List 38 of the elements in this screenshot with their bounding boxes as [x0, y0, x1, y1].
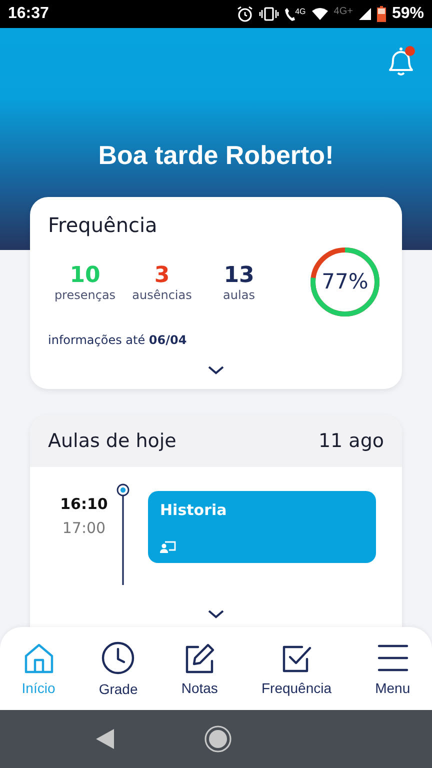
home-icon	[22, 642, 55, 674]
network-label: 4G+	[334, 6, 353, 16]
status-time: 16:37	[8, 5, 49, 23]
vibrate-icon	[259, 7, 280, 21]
network-label: 4G	[295, 6, 306, 16]
attendance-percent: 77%	[322, 272, 368, 293]
nav-tab[interactable]: Menu	[373, 640, 412, 698]
stat-value: 10	[70, 262, 100, 288]
nav-tab[interactable]: Frequência	[259, 640, 334, 698]
greeting: Boa tarde Roberto!	[98, 140, 334, 172]
alarm-icon	[237, 6, 254, 22]
end-time: 17:00	[62, 519, 106, 538]
chevron-down-icon[interactable]	[207, 608, 225, 619]
stat-value: 13	[224, 262, 254, 288]
stat-value: 3	[154, 262, 170, 288]
pencil-icon	[184, 642, 216, 674]
stat-label: aulas	[223, 288, 255, 302]
nav-tab[interactable]: Notas	[179, 640, 220, 698]
attendance-card[interactable]: Frequência 10 presenças 3 ausências 13 aulas 77% informações até 06/04	[30, 197, 402, 390]
card-title: Frequência	[48, 213, 158, 238]
battery-percent: 59%	[392, 5, 424, 23]
battery-icon	[376, 6, 386, 22]
start-time: 16:10	[60, 495, 108, 514]
stat-label: presenças	[54, 288, 116, 302]
phone-icon	[285, 7, 296, 21]
info-text: informações até 06/04	[48, 333, 188, 348]
nav-tab[interactable]: Grade	[96, 638, 140, 698]
date-label: 11 ago	[318, 430, 384, 452]
home-button-icon[interactable]	[204, 725, 232, 753]
signal-icon	[358, 8, 371, 20]
stat-label: ausências	[132, 288, 192, 302]
teacher-board-icon	[160, 540, 176, 554]
chevron-down-icon[interactable]	[207, 365, 225, 376]
wifi-icon	[312, 8, 328, 20]
class-subject: Historia	[160, 501, 228, 520]
back-icon[interactable]	[96, 729, 114, 749]
card-title: Aulas de hoje	[48, 430, 176, 452]
clock-icon	[101, 640, 136, 674]
